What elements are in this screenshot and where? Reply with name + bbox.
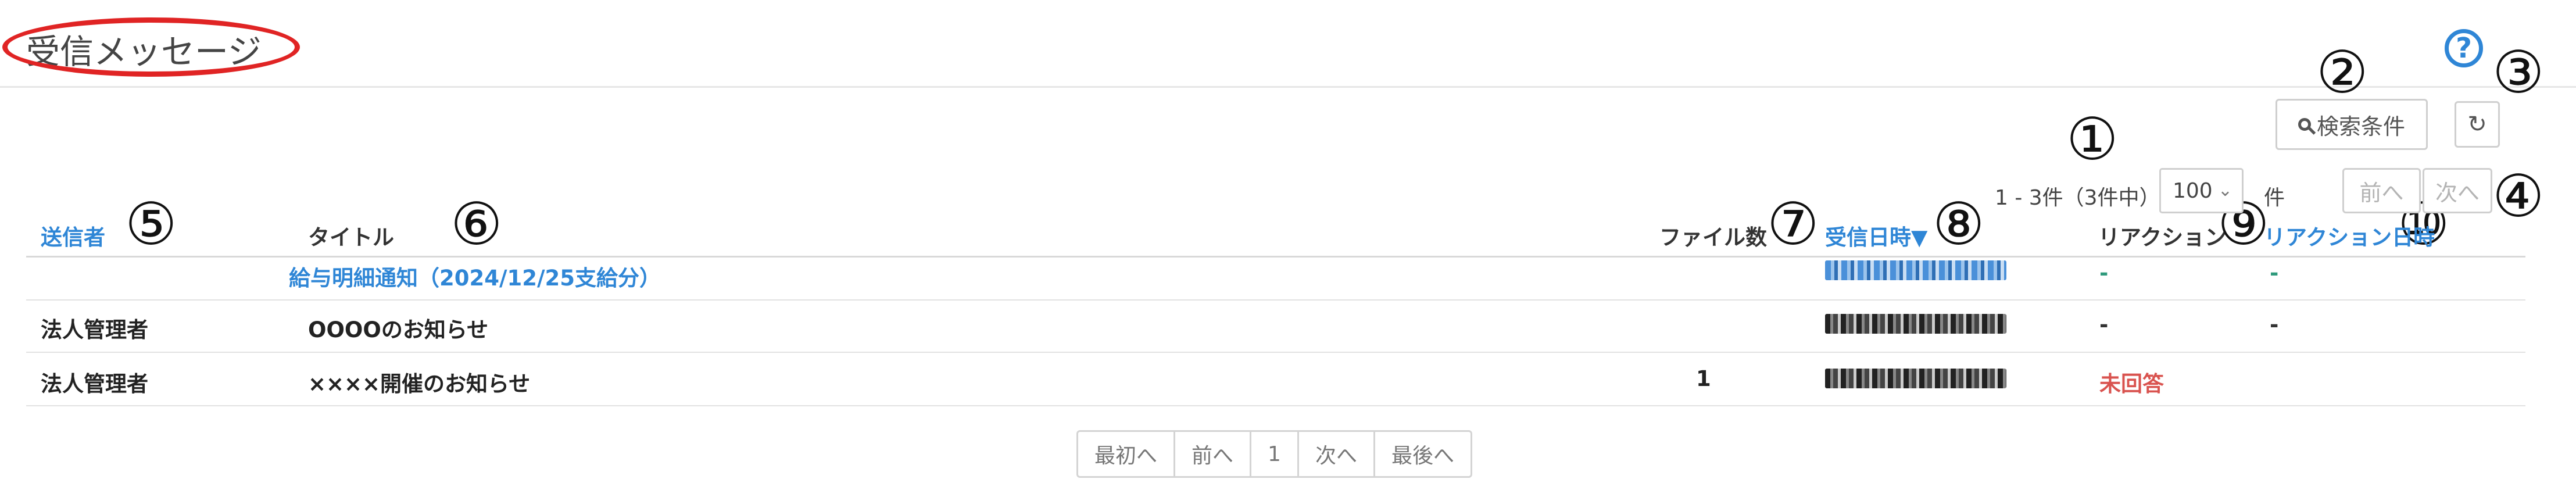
prev-page-button-top[interactable]: 前へ — [2342, 168, 2421, 213]
page-size-select[interactable]: 100 ⌄ — [2159, 168, 2244, 213]
pagination-last[interactable]: 最後へ — [1375, 432, 1471, 476]
search-conditions-button[interactable]: 検索条件 — [2276, 99, 2428, 150]
result-range-text: 1 - 3件（3件中） — [1995, 186, 2160, 210]
row-divider — [26, 299, 2525, 301]
annotation-2: ② — [2316, 38, 2369, 106]
search-icon — [2298, 118, 2316, 135]
help-icon[interactable]: ? — [2445, 29, 2483, 67]
column-header-file-count: ファイル数 — [1659, 225, 1767, 250]
table-header-divider — [26, 256, 2525, 258]
next-page-button-top[interactable]: 次へ — [2423, 168, 2492, 213]
annotation-7: ⑦ — [1767, 190, 1819, 258]
annotation-4: ④ — [2492, 162, 2545, 230]
column-header-sender[interactable]: 送信者 — [41, 220, 105, 251]
row-divider — [26, 352, 2525, 353]
row-divider — [26, 405, 2525, 406]
column-header-received-at[interactable]: 受信日時▼ — [1825, 220, 1927, 251]
row-1-reaction: - — [2099, 260, 2109, 285]
row-3-reaction-status: 未回答 — [2099, 371, 2164, 396]
pagination-prev[interactable]: 前へ — [1175, 432, 1252, 476]
refresh-button[interactable]: ↻ — [2455, 101, 2500, 148]
pagination-first[interactable]: 最初へ — [1078, 432, 1176, 476]
chevron-down-icon: ⌄ — [2217, 180, 2232, 201]
row-3-sender: 法人管理者 — [41, 371, 148, 396]
row-3-file-count: 1 — [1696, 366, 1711, 391]
page-size-unit: 件 — [2264, 186, 2285, 210]
row-2-sender: 法人管理者 — [41, 317, 148, 342]
refresh-icon: ↻ — [2467, 111, 2487, 138]
title-divider — [0, 86, 2576, 88]
row-3-title[interactable]: ××××開催のお知らせ — [308, 366, 530, 398]
row-1-received-at-masked — [1825, 260, 2006, 280]
row-2-received-at-masked — [1825, 314, 2006, 334]
title-highlight-oval — [2, 17, 300, 77]
column-header-reaction-at[interactable]: リアクション日時 — [2264, 220, 2435, 251]
pagination-page-1[interactable]: 1 — [1251, 432, 1299, 476]
row-1-reaction-at: - — [2270, 260, 2279, 285]
column-header-title: タイトル — [308, 225, 394, 250]
row-2-reaction: - — [2099, 312, 2109, 337]
row-2-title[interactable]: OOOOのお知らせ — [308, 312, 488, 344]
annotation-5: ⑤ — [125, 190, 177, 258]
annotation-8: ⑧ — [1933, 190, 1985, 258]
annotation-6: ⑥ — [450, 190, 503, 258]
pagination: 最初へ 前へ 1 次へ 最後へ — [1076, 430, 1472, 478]
annotation-1: ① — [2066, 105, 2119, 173]
row-2-reaction-at: - — [2270, 312, 2279, 337]
pagination-next[interactable]: 次へ — [1299, 432, 1375, 476]
column-header-reaction: リアクション — [2098, 225, 2227, 250]
row-3-received-at-masked — [1825, 369, 2006, 388]
annotation-3: ③ — [2492, 38, 2545, 106]
row-1-title-link[interactable]: 給与明細通知（2024/12/25支給分） — [289, 260, 661, 292]
